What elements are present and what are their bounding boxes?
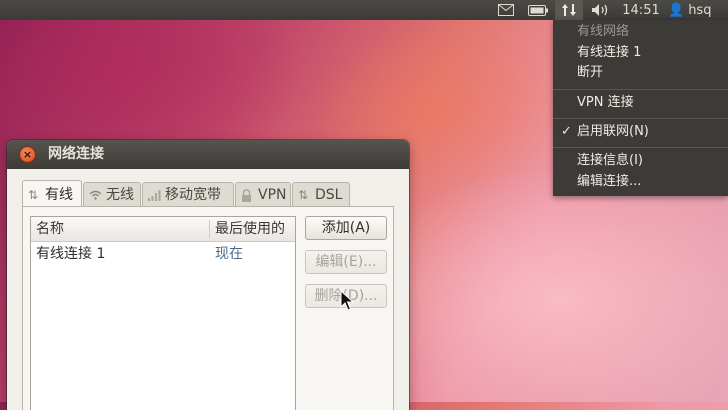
menu-item-enable-networking[interactable]: 启用联网(N) [577, 122, 649, 142]
connection-list[interactable]: 名称 最后使用的 有线连接 1 现在 [30, 216, 296, 410]
volume-icon[interactable] [590, 0, 612, 20]
tab-vpn[interactable]: VPN [235, 182, 291, 206]
tab-label: 移动宽带 [165, 187, 221, 203]
cell-last-used: 现在 [215, 246, 243, 262]
menu-separator [553, 118, 728, 119]
menu-item-disconnect[interactable]: 断开 [577, 63, 603, 83]
add-button[interactable]: 添加(A) [305, 216, 387, 240]
column-header-name[interactable]: 名称 [36, 217, 64, 241]
column-header-last-used[interactable]: 最后使用的 [215, 217, 285, 241]
tab-wireless[interactable]: 无线 [83, 182, 141, 206]
tab-label: 无线 [106, 187, 134, 203]
clock[interactable]: 14:51 [620, 0, 662, 20]
updown-arrows-icon: ⇅ [298, 188, 309, 202]
menu-separator [553, 147, 728, 148]
menu-item-edit-connections[interactable]: 编辑连接... [577, 172, 641, 192]
check-icon: ✓ [561, 124, 572, 139]
tab-label: DSL [315, 187, 343, 203]
tab-label: 有线 [45, 187, 73, 203]
top-panel: 14:51 👤 hsq [0, 0, 728, 20]
wired-tab-panel: 名称 最后使用的 有线连接 1 现在 添加(A) 编辑(E)... 删除(D).… [22, 206, 394, 410]
window-title: 网络连接 [48, 146, 104, 162]
wifi-icon [89, 183, 102, 208]
tab-mobile-broadband[interactable]: 移动宽带 [142, 182, 234, 206]
network-updown-icon[interactable] [555, 0, 583, 20]
user-name: hsq [688, 2, 712, 18]
close-icon: × [22, 148, 33, 161]
list-header: 名称 最后使用的 [31, 217, 295, 242]
tab-label: VPN [258, 187, 287, 203]
menu-item-wired-connection[interactable]: 有线连接 1 [577, 43, 641, 63]
mouse-pointer-icon [340, 290, 354, 311]
tab-wired[interactable]: ⇅ 有线 [22, 180, 82, 206]
menu-item-vpn[interactable]: VPN 连接 [577, 93, 634, 113]
menu-section-wired-network: 有线网络 [577, 24, 630, 39]
user-icon: 👤 [668, 2, 685, 18]
window-titlebar[interactable]: × 网络连接 [7, 140, 409, 169]
user-menu[interactable]: 👤 hsq [668, 0, 728, 20]
close-button[interactable]: × [19, 146, 36, 163]
mail-icon[interactable] [496, 0, 516, 20]
cell-connection-name: 有线连接 1 [36, 246, 106, 262]
tab-dsl[interactable]: ⇅ DSL [292, 182, 350, 206]
battery-icon[interactable] [527, 0, 549, 20]
menu-separator [553, 89, 728, 90]
updown-arrows-icon: ⇅ [28, 188, 39, 202]
table-row[interactable]: 有线连接 1 现在 [31, 242, 295, 266]
column-divider [209, 220, 210, 238]
network-connections-window: × 网络连接 ⇅ 有线 无线 移动宽带 VPN ⇅ DSL 名称 最后使用的 有… [7, 140, 409, 410]
menu-item-connection-info[interactable]: 连接信息(I) [577, 151, 643, 171]
edit-button[interactable]: 编辑(E)... [305, 250, 387, 274]
network-menu: 有线网络 有线连接 1 断开 VPN 连接 ✓ 启用联网(N) 连接信息(I) … [553, 20, 728, 196]
